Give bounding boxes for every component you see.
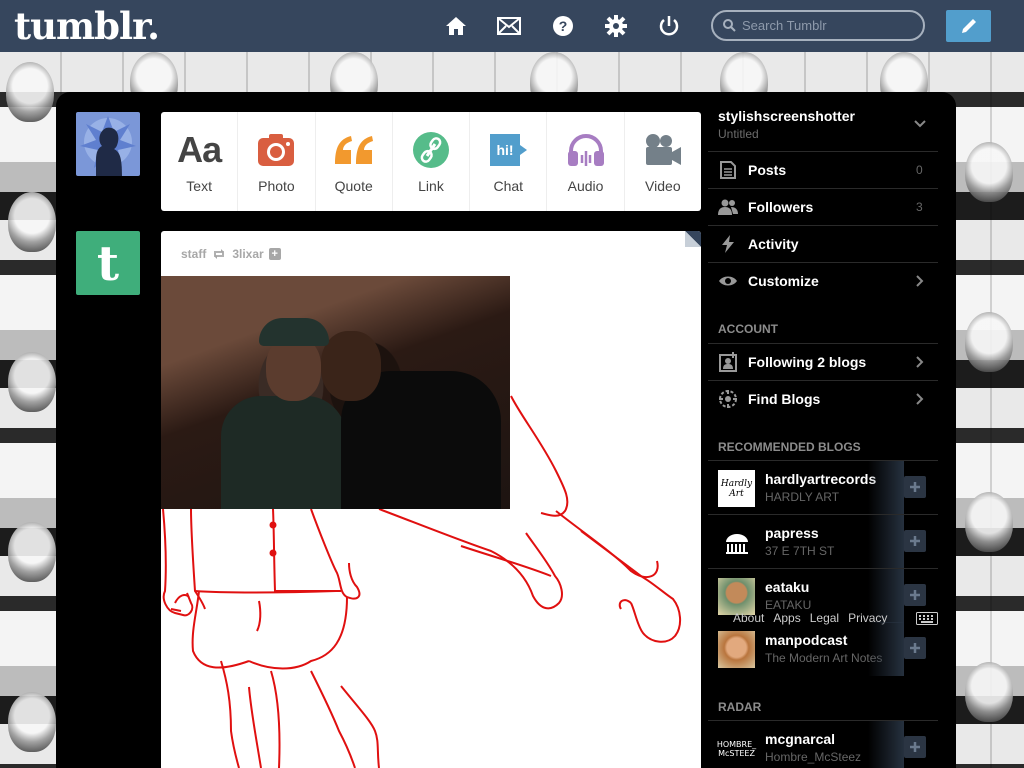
post-type-label: Video — [645, 178, 681, 194]
new-audio-post-button[interactable]: Audio — [547, 112, 625, 211]
lightning-icon — [708, 235, 748, 253]
dashboard-post: staff 3lixar + — [161, 231, 701, 768]
sidebar-item-label: Followers — [748, 199, 814, 215]
sidebar-item-posts[interactable]: Posts 0 — [708, 151, 938, 188]
search-input[interactable] — [742, 18, 912, 33]
follow-plus-button[interactable] — [904, 736, 926, 758]
sidebar-item-activity[interactable]: Activity — [708, 225, 938, 262]
blog-avatar — [718, 578, 755, 615]
inbox-icon[interactable] — [497, 14, 521, 38]
post-type-label: Photo — [258, 178, 295, 194]
follow-plus-button[interactable] — [904, 476, 926, 498]
link-icon — [412, 130, 449, 170]
video-camera-icon — [644, 130, 682, 170]
chevron-right-icon — [916, 393, 938, 405]
help-icon[interactable]: ? — [551, 14, 575, 38]
posts-count: 0 — [916, 163, 923, 177]
headphones-icon — [566, 130, 606, 170]
sidebar-item-customize[interactable]: Customize — [708, 262, 938, 299]
blog-avatar: Hardly Art — [718, 470, 755, 507]
follow-plus-button[interactable] — [904, 530, 926, 552]
blog-title: HARDLY ART — [765, 490, 840, 504]
compass-icon — [708, 389, 748, 409]
sidebar-item-label: Following 2 blogs — [748, 354, 867, 370]
post-type-label: Chat — [493, 178, 524, 194]
blog-title: Hombre_McSteez — [765, 750, 862, 764]
recommended-blog-item[interactable]: manpodcast The Modern Art Notes — [708, 622, 938, 676]
sidebar-item-label: Activity — [748, 236, 799, 252]
chevron-right-icon — [916, 275, 938, 287]
blog-title: Untitled — [718, 127, 759, 141]
follow-plus-button[interactable] — [904, 584, 926, 606]
radar-heading: RADAR — [718, 700, 762, 714]
chevron-right-icon — [916, 356, 938, 368]
home-icon[interactable] — [444, 14, 468, 38]
new-video-post-button[interactable]: Video — [625, 112, 701, 211]
chevron-down-icon[interactable] — [914, 120, 926, 128]
tumblr-logo[interactable]: tumblr. — [14, 4, 160, 48]
radar-blog-item[interactable]: HOMBRE_ McSTEEZ mcgnarcal Hombre_McSteez — [708, 720, 938, 768]
blog-title: EATAKU — [765, 598, 812, 612]
people-icon — [708, 199, 748, 215]
camera-icon — [257, 130, 295, 170]
text-icon: Aa — [177, 129, 222, 170]
post-type-label: Link — [418, 178, 444, 194]
search-icon — [723, 19, 736, 32]
new-text-post-button[interactable]: Aa Text — [161, 112, 239, 211]
settings-icon[interactable] — [604, 14, 628, 38]
new-chat-post-button[interactable]: hi! Chat — [470, 112, 548, 211]
blog-name: papress — [765, 525, 819, 541]
post-type-label: Audio — [567, 178, 604, 194]
post-type-bar: Aa Text Photo Quote Link hi! Chat Audio — [161, 112, 701, 211]
sidebar-item-label: Posts — [748, 162, 787, 178]
staff-blog-avatar[interactable]: t — [76, 231, 140, 295]
sidebar-item-find-blogs[interactable]: Find Blogs — [708, 380, 938, 417]
post-type-label: Text — [186, 178, 212, 194]
blog-name: mcgnarcal — [765, 731, 836, 747]
recommended-blog-item[interactable]: papress 37 E 7TH ST — [708, 514, 938, 569]
new-link-post-button[interactable]: Link — [393, 112, 471, 211]
following-icon — [708, 352, 748, 372]
blog-title: The Modern Art Notes — [765, 651, 883, 665]
blog-avatar — [718, 631, 755, 668]
user-avatar[interactable] — [76, 112, 140, 176]
blog-avatar: HOMBRE_ McSTEEZ — [717, 730, 756, 767]
recommended-blog-item[interactable]: Hardly Art hardlyartrecords HARDLY ART — [708, 460, 938, 515]
power-icon[interactable] — [657, 14, 681, 38]
post-photo[interactable] — [161, 276, 510, 509]
new-photo-post-button[interactable]: Photo — [238, 112, 316, 211]
sidebar-item-label: Find Blogs — [748, 391, 821, 407]
new-quote-post-button[interactable]: Quote — [316, 112, 393, 211]
sidebar-item-following[interactable]: Following 2 blogs — [708, 343, 938, 380]
quote-icon — [333, 130, 375, 170]
account-heading: ACCOUNT — [718, 322, 778, 336]
svg-text:hi!: hi! — [497, 142, 514, 158]
recommended-blogs-heading: RECOMMENDED BLOGS — [718, 440, 861, 454]
document-icon — [708, 161, 748, 179]
svg-text:?: ? — [559, 18, 568, 34]
eye-icon — [708, 275, 748, 287]
blog-name[interactable]: stylishscreenshotter — [718, 108, 855, 124]
svg-text:t: t — [97, 240, 119, 286]
blog-avatar — [718, 524, 755, 561]
search-box[interactable] — [711, 10, 925, 41]
chat-icon: hi! — [488, 130, 528, 170]
dashboard-sidebar: stylishscreenshotter Untitled Posts 0 Fo… — [708, 92, 938, 768]
sidebar-item-label: Customize — [748, 273, 819, 289]
blog-name: eataku — [765, 579, 810, 595]
blog-title: 37 E 7TH ST — [765, 544, 835, 558]
tumblr-t-icon: t — [97, 240, 119, 286]
blog-name: hardlyartrecords — [765, 471, 877, 487]
sidebar-item-followers[interactable]: Followers 3 — [708, 188, 938, 225]
top-navigation-bar: tumblr. ? — [0, 0, 1024, 52]
compose-button[interactable] — [946, 10, 991, 42]
pencil-icon — [961, 19, 976, 33]
followers-count: 3 — [916, 200, 923, 214]
follow-plus-button[interactable] — [904, 637, 926, 659]
blog-name: manpodcast — [765, 632, 848, 648]
post-type-label: Quote — [334, 178, 373, 194]
